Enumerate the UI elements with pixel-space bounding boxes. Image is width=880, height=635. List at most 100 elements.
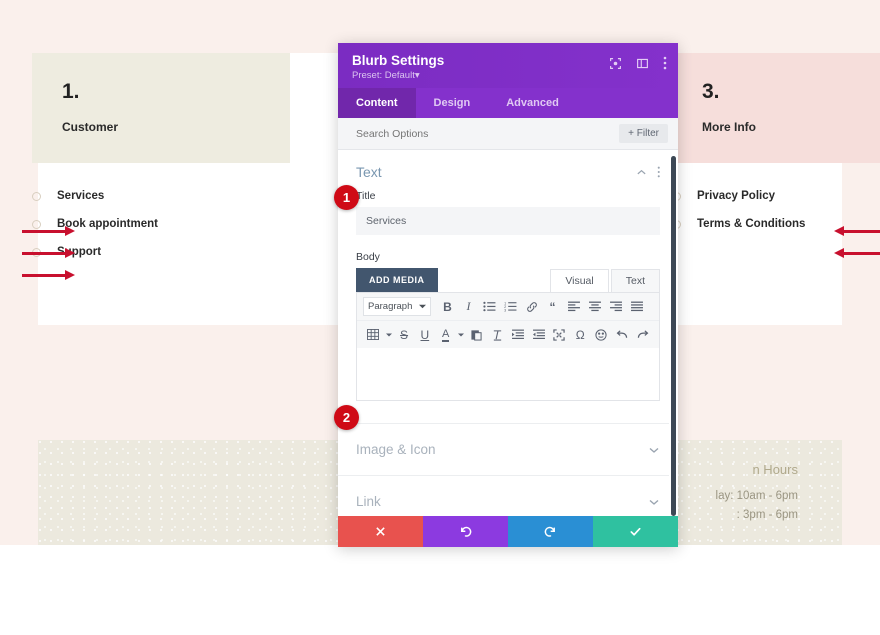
annotation-arrow-services — [22, 226, 75, 236]
special-character-icon[interactable]: Ω — [570, 325, 591, 344]
save-button[interactable] — [593, 516, 678, 547]
link-icon[interactable] — [521, 297, 542, 316]
undo-icon[interactable] — [611, 325, 632, 344]
column-number: 1. — [62, 80, 80, 103]
expand-icon[interactable] — [609, 57, 622, 70]
column-subtitle: More Info — [702, 120, 756, 134]
title-field-group: Title — [338, 190, 678, 235]
svg-text:3: 3 — [504, 309, 506, 312]
italic-icon[interactable]: I — [458, 297, 479, 316]
table-icon[interactable] — [363, 325, 384, 344]
filter-button[interactable]: + Filter — [619, 124, 668, 143]
modal-header-icons — [609, 56, 667, 70]
chevron-down-icon — [419, 303, 426, 310]
footer-appointment-block: Make an Appoint Nulla quis lorem ut male… — [798, 462, 880, 528]
modal-preset-label[interactable]: Preset: Default▾ — [352, 70, 664, 81]
indent-icon[interactable] — [528, 325, 549, 344]
column-more-info: 3. More Info Privacy Policy Terms & Cond… — [672, 53, 880, 241]
section-header-text[interactable]: Text — [338, 150, 678, 190]
editor-toolbar-row-1: Paragraph B I 1 2 3 “ — [357, 293, 659, 320]
paste-icon[interactable] — [466, 325, 487, 344]
underline-icon[interactable]: U — [414, 325, 435, 344]
tab-content[interactable]: Content — [338, 88, 416, 118]
annotation-arrow-terms-conditions — [834, 248, 880, 258]
text-color-caret-icon[interactable] — [456, 325, 466, 344]
list-item-label: Services — [57, 190, 105, 202]
modal-body: Text Title Body — [338, 150, 678, 516]
section-image-and-icon[interactable]: Image & Icon — [338, 423, 678, 475]
clear-formatting-icon[interactable] — [487, 325, 508, 344]
section-header-icons — [636, 166, 661, 178]
tab-text[interactable]: Text — [610, 269, 660, 292]
footer-appointment-line: malesuada feug — [798, 509, 880, 521]
tab-visual[interactable]: Visual — [550, 269, 609, 292]
tab-advanced[interactable]: Advanced — [488, 88, 577, 118]
outdent-icon[interactable] — [507, 325, 528, 344]
annotation-badge-2: 2 — [334, 405, 359, 430]
preset-caret: ▾ — [414, 70, 420, 81]
link-list-more-info: Privacy Policy Terms & Conditions — [672, 185, 880, 235]
list-item-label: Privacy Policy — [697, 190, 775, 202]
bulleted-list-icon[interactable] — [479, 297, 500, 316]
align-left-icon[interactable] — [563, 297, 584, 316]
paragraph-format-select[interactable]: Paragraph — [363, 297, 431, 316]
body-field-label: Body — [356, 251, 380, 263]
tab-design[interactable]: Design — [416, 88, 489, 118]
bold-icon[interactable]: B — [437, 297, 458, 316]
editor-content-area[interactable] — [357, 348, 659, 400]
search-input[interactable] — [354, 126, 554, 141]
align-center-icon[interactable] — [584, 297, 605, 316]
redo-icon[interactable] — [632, 325, 653, 344]
strikethrough-icon[interactable]: S — [394, 325, 415, 344]
undo-button[interactable] — [423, 516, 508, 547]
annotation-arrow-support — [22, 270, 75, 280]
add-media-button[interactable]: ADD MEDIA — [356, 268, 438, 292]
list-item[interactable]: Privacy Policy — [672, 185, 880, 207]
section-label: Image & Icon — [356, 442, 436, 457]
annotation-arrow-privacy-policy — [834, 226, 880, 236]
redo-icon — [544, 525, 557, 538]
title-field-label: Title — [356, 190, 376, 202]
fullscreen-icon[interactable] — [549, 325, 570, 344]
text-color-icon[interactable]: A — [435, 325, 456, 344]
numbered-list-icon[interactable]: 1 2 3 — [500, 297, 521, 316]
footer-appointment-line: Nulla quis lorem ut — [798, 490, 880, 502]
list-item[interactable]: Services — [32, 185, 290, 207]
annotation-arrow-book-appointment — [22, 248, 75, 258]
annotation-badge-1: 1 — [334, 185, 359, 210]
chevron-down-icon — [648, 496, 660, 508]
rich-text-editor: Paragraph B I 1 2 3 “ S U A Ω — [356, 292, 660, 401]
chevron-down-icon — [648, 444, 660, 456]
more-vertical-icon[interactable] — [657, 166, 661, 178]
more-vertical-icon[interactable] — [663, 56, 667, 70]
undo-icon — [459, 525, 472, 538]
chevron-up-icon[interactable] — [636, 167, 647, 178]
blurb-settings-modal: Blurb Settings Preset: Default▾ Content … — [338, 43, 678, 547]
circle-bullet-icon — [32, 219, 41, 229]
column-customer: 1. Customer Services Book appointment Su… — [32, 53, 290, 269]
section-link[interactable]: Link — [338, 475, 678, 516]
column-number: 3. — [702, 80, 720, 103]
modal-scrollbar-track[interactable] — [669, 150, 678, 516]
check-icon — [629, 525, 642, 538]
title-input[interactable] — [356, 207, 660, 235]
footer-appointment-title: Make an Appoint — [798, 462, 880, 477]
emoji-icon[interactable] — [591, 325, 612, 344]
table-dropdown-caret-icon[interactable] — [384, 325, 394, 344]
align-justify-icon[interactable] — [626, 297, 647, 316]
layout-icon[interactable] — [636, 57, 649, 70]
align-right-icon[interactable] — [605, 297, 626, 316]
modal-scrollbar-thumb[interactable] — [671, 156, 676, 516]
paragraph-format-value: Paragraph — [368, 301, 413, 312]
blockquote-icon[interactable]: “ — [542, 297, 563, 316]
cancel-button[interactable] — [338, 516, 423, 547]
editor-topbar: ADD MEDIA Visual Text — [356, 268, 660, 292]
close-icon — [375, 526, 386, 537]
page-bottom-white-area — [0, 545, 880, 635]
modal-footer — [338, 516, 678, 547]
column-subtitle: Customer — [62, 120, 119, 134]
redo-button[interactable] — [508, 516, 593, 547]
editor-toolbar-row-2: S U A Ω — [357, 320, 659, 348]
modal-tabs: Content Design Advanced — [338, 88, 678, 118]
list-item-label: Terms & Conditions — [697, 218, 806, 230]
